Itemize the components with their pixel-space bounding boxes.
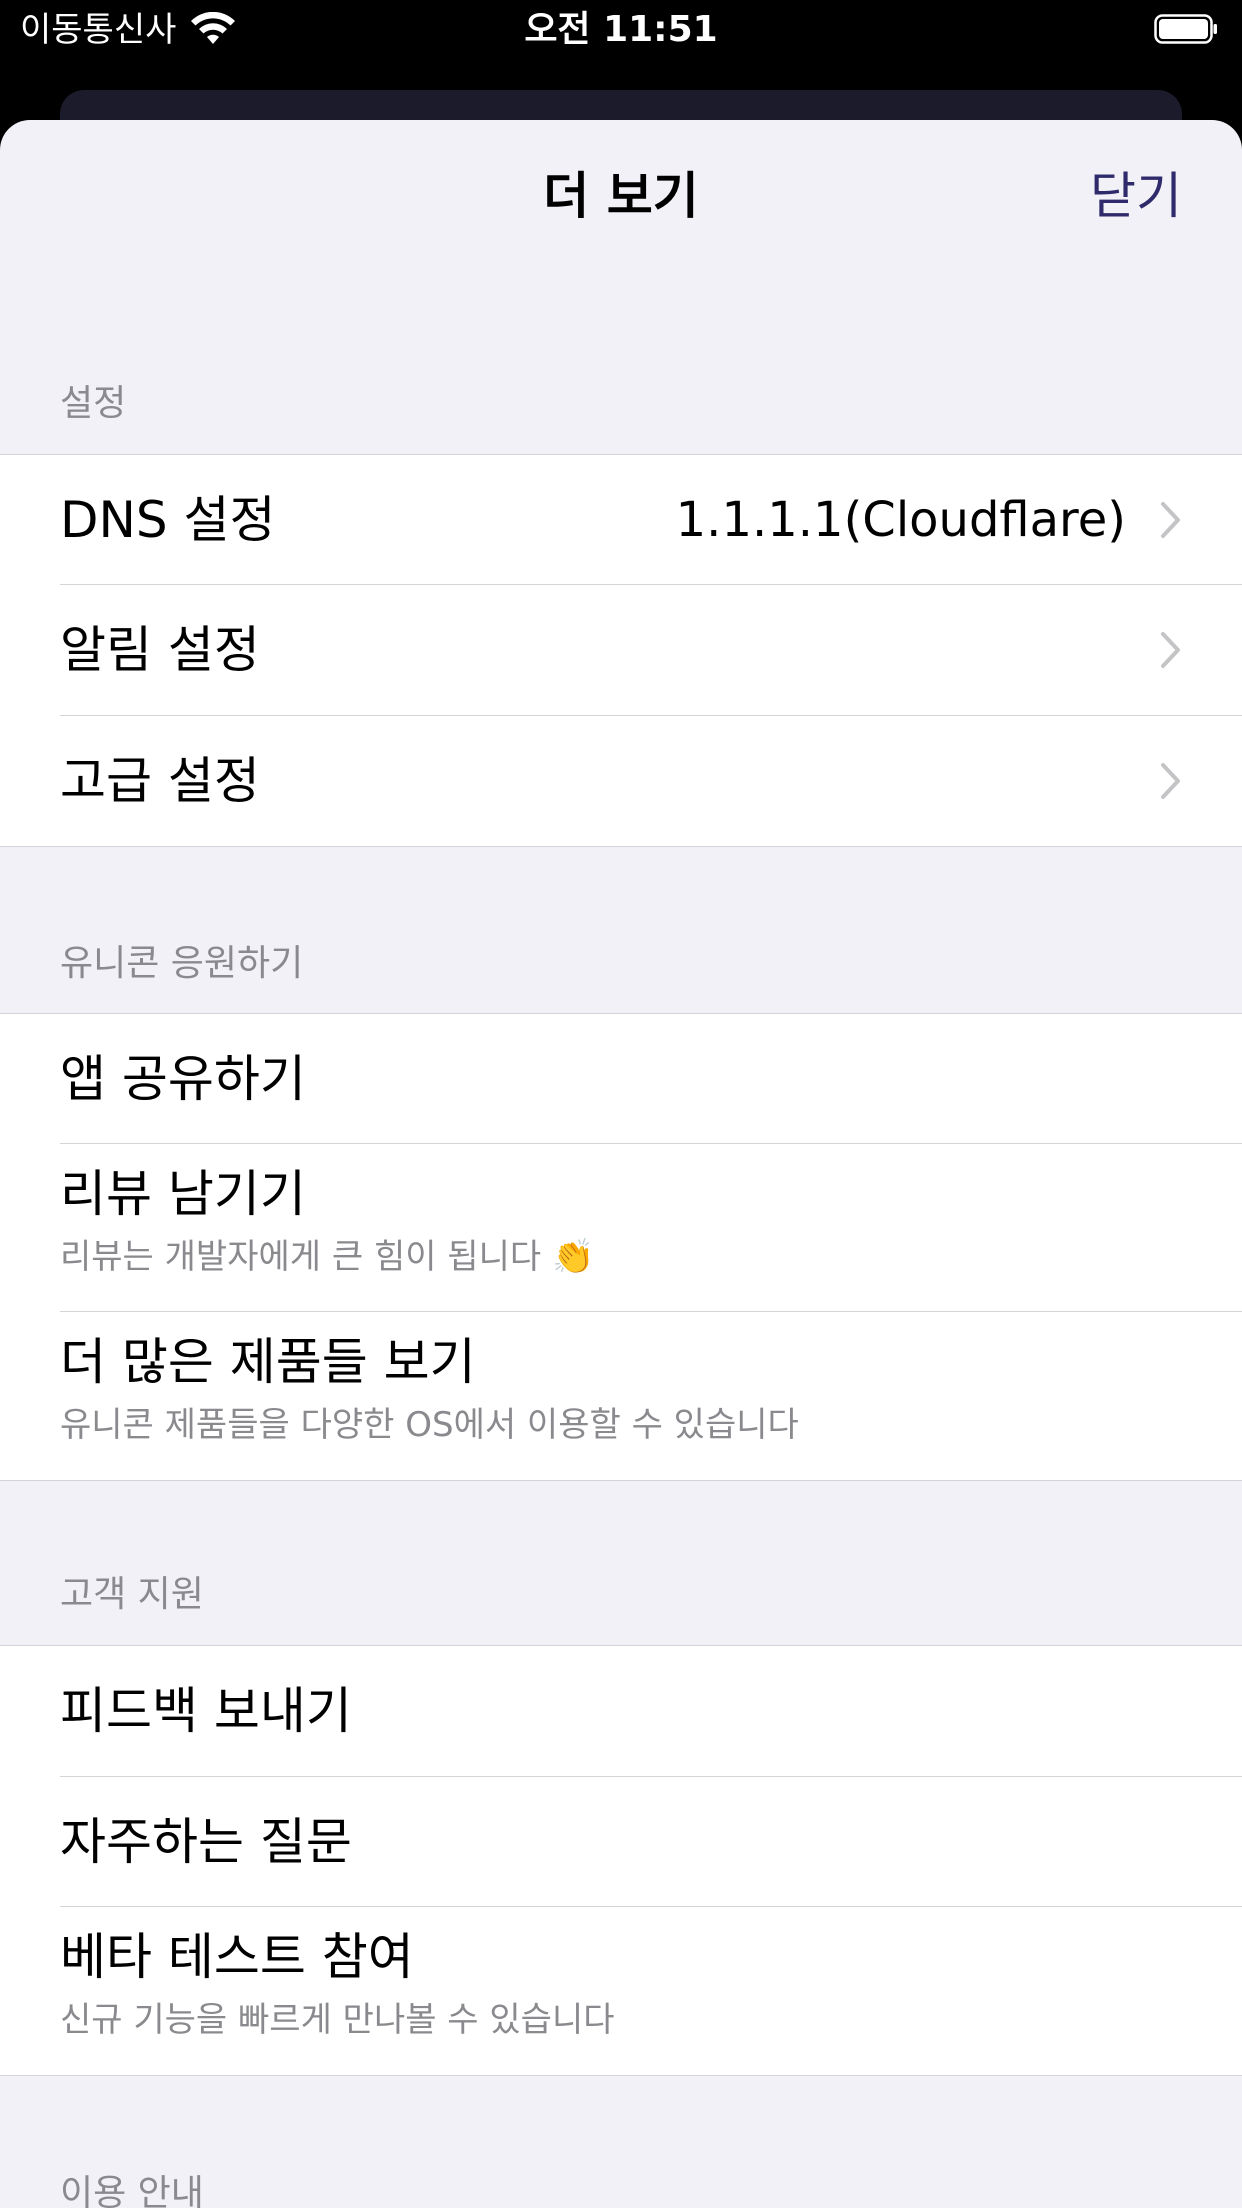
battery-icon [1154,14,1218,44]
row-notification-settings[interactable]: 알림 설정 [0,585,1242,716]
chevron-right-icon [1160,762,1182,800]
chevron-right-icon [1160,631,1182,669]
row-dns-settings[interactable]: DNS 설정 1.1.1.1(Cloudflare) [0,455,1242,585]
row-share-app[interactable]: 앱 공유하기 [0,1014,1242,1144]
row-send-feedback[interactable]: 피드백 보내기 [0,1646,1242,1777]
close-button[interactable]: 닫기 [1090,164,1182,228]
more-sheet: 더 보기 닫기 설정 DNS 설정 1.1.1.1(Cloudflare) 알림… [0,120,1242,2208]
section-header-settings: 설정 [60,383,127,424]
status-bar: 이동통신사 오전 11:51 [0,0,1242,60]
row-leave-review[interactable]: 리뷰 남기기 리뷰는 개발자에게 큰 힘이 됩니다 👏 [0,1144,1242,1312]
row-sublabel: 리뷰는 개발자에게 큰 힘이 됩니다 👏 [60,1237,595,1277]
row-label: 베타 테스트 참여 [60,1928,414,1986]
row-label: 피드백 보내기 [60,1682,352,1740]
chevron-right-icon [1160,501,1182,539]
row-label: 더 많은 제품들 보기 [60,1333,476,1391]
support-unicorn-group: 앱 공유하기 리뷰 남기기 리뷰는 개발자에게 큰 힘이 됩니다 👏 더 많은 … [0,1013,1242,1481]
row-label: 앱 공유하기 [60,1050,306,1108]
row-label: 고급 설정 [60,752,260,810]
row-label: 리뷰 남기기 [60,1165,306,1223]
row-more-products[interactable]: 더 많은 제품들 보기 유니콘 제품들을 다양한 OS에서 이용할 수 있습니다 [0,1312,1242,1480]
customer-support-group: 피드백 보내기 자주하는 질문 베타 테스트 참여 신규 기능을 빠르게 만나볼… [0,1645,1242,2076]
section-header-usage-guide: 이용 안내 [60,2173,204,2208]
row-sublabel: 신규 기능을 빠르게 만나볼 수 있습니다 [60,2000,615,2040]
row-beta-test[interactable]: 베타 테스트 참여 신규 기능을 빠르게 만나볼 수 있습니다 [0,1907,1242,2075]
row-faq[interactable]: 자주하는 질문 [0,1777,1242,1907]
row-label: 자주하는 질문 [60,1813,352,1871]
row-label: 알림 설정 [60,621,260,679]
section-header-customer-support: 고객 지원 [60,1574,204,1615]
section-header-support-unicorn: 유니콘 응원하기 [60,943,304,984]
row-sublabel: 유니콘 제품들을 다양한 OS에서 이용할 수 있습니다 [60,1405,799,1445]
settings-group: DNS 설정 1.1.1.1(Cloudflare) 알림 설정 고급 설정 [0,454,1242,847]
row-label: DNS 설정 [60,491,276,549]
row-advanced-settings[interactable]: 고급 설정 [0,716,1242,846]
sheet-title: 더 보기 [543,167,699,225]
status-time: 오전 11:51 [524,9,718,50]
dns-value: 1.1.1.1(Cloudflare) [675,492,1126,548]
